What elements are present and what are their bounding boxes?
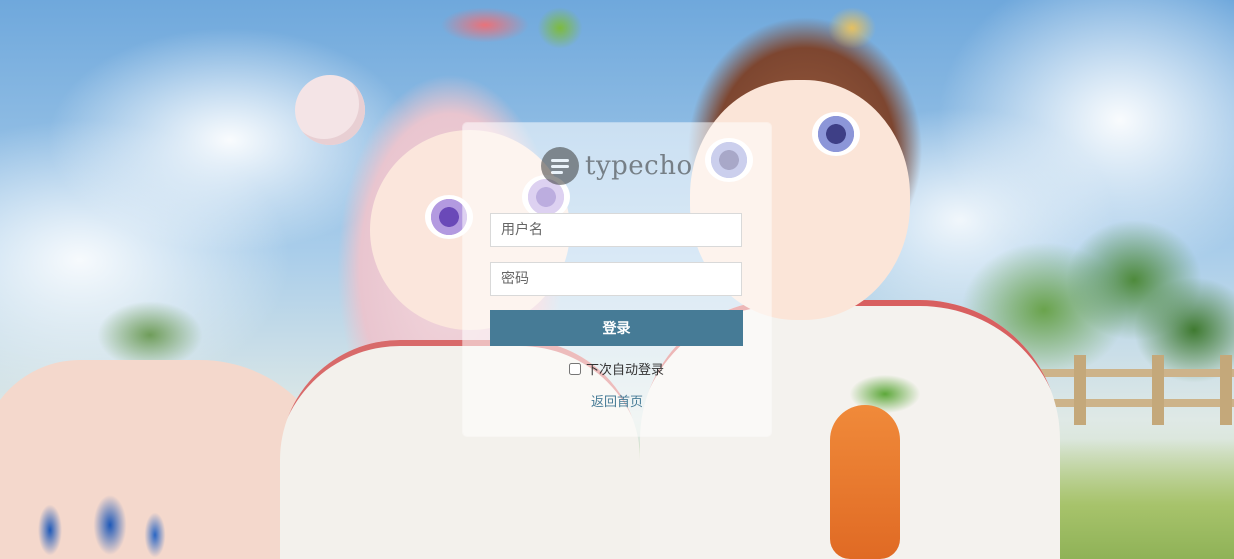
login-button[interactable]: 登录 [490, 310, 743, 346]
login-panel: typecho 登录 下次自动登录 返回首页 [463, 123, 771, 436]
remember-me[interactable]: 下次自动登录 [569, 359, 664, 378]
fence-rail [1034, 399, 1234, 407]
remember-me-checkbox[interactable] [569, 362, 581, 375]
character-right-eye [812, 112, 860, 156]
fence-post [1074, 355, 1086, 425]
remember-me-label: 下次自动登录 [586, 363, 665, 378]
fence-post [1152, 355, 1164, 425]
brand-logo: typecho [541, 145, 701, 187]
character-left-hair-clip [530, 0, 590, 55]
fence-post [1220, 355, 1232, 425]
username-input[interactable] [490, 213, 742, 247]
paint-splash [20, 490, 170, 559]
typecho-logo-icon [541, 147, 579, 185]
fence-rail [1034, 369, 1234, 377]
back-to-home-link[interactable]: 返回首页 [463, 391, 771, 410]
carrot [830, 405, 900, 559]
character-right-star-clip [820, 0, 884, 56]
password-input[interactable] [490, 262, 742, 296]
brand-name: typecho [585, 151, 693, 181]
character-left-hair-bun [295, 75, 365, 145]
login-page: typecho 登录 下次自动登录 返回首页 [0, 0, 1234, 559]
character-left-bow [425, 0, 545, 50]
background-fence [1034, 355, 1234, 435]
